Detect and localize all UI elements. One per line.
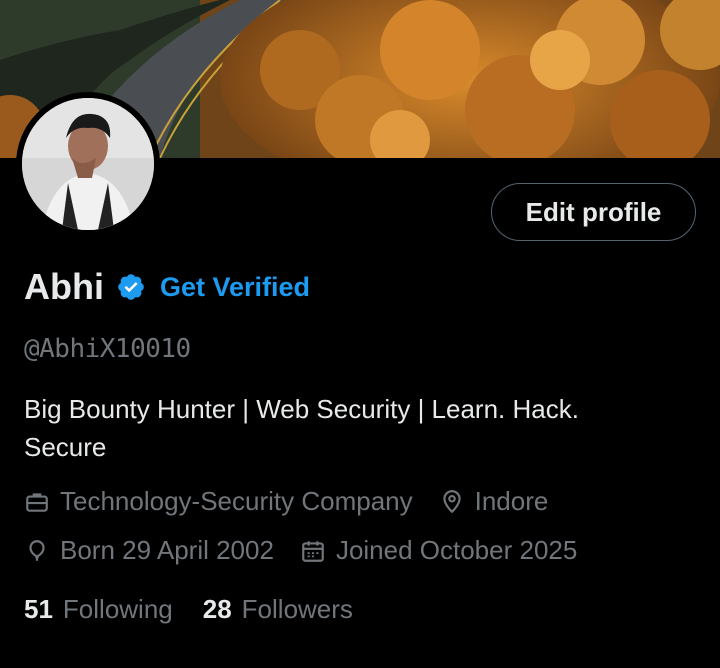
followers-count: 28	[202, 594, 232, 624]
name-row: Abhi Get Verified	[24, 266, 310, 308]
profile-bio: Big Bounty Hunter | Web Security | Learn…	[24, 394, 579, 462]
profile-meta-row: Technology-Security Company Indore	[24, 486, 548, 517]
category-item: Technology-Security Company	[24, 486, 413, 517]
followers-label: Followers	[241, 594, 353, 624]
birthday-text: Born 29 April 2002	[60, 535, 274, 565]
following-link[interactable]: 51 Following	[24, 594, 173, 625]
display-name: Abhi	[24, 266, 104, 307]
user-handle: @AbhiX10010	[24, 334, 191, 364]
follow-stats: 51 Following 28 Followers	[24, 594, 353, 625]
edit-profile-button[interactable]: Edit profile	[491, 183, 696, 241]
following-count: 51	[24, 594, 53, 624]
profile-avatar[interactable]	[16, 92, 160, 236]
following-label: Following	[62, 594, 173, 624]
followers-link[interactable]: 28 Followers	[203, 594, 353, 625]
calendar-icon	[300, 538, 326, 564]
location-text: Indore	[474, 486, 549, 516]
location-pin-icon	[439, 489, 465, 515]
profile-dates-row: Born 29 April 2002 Joined October 2025	[24, 535, 577, 566]
balloon-icon	[24, 538, 50, 564]
location-item: Indore	[439, 486, 549, 517]
get-verified-link[interactable]: Get Verified	[160, 272, 310, 303]
avatar-image	[22, 98, 154, 230]
verified-badge-icon[interactable]	[116, 272, 146, 302]
birthday-item: Born 29 April 2002	[24, 535, 274, 566]
briefcase-icon	[24, 489, 50, 515]
category-text: Technology-Security Company	[60, 486, 413, 516]
joined-item: Joined October 2025	[300, 535, 577, 566]
joined-text: Joined October 2025	[335, 535, 578, 565]
